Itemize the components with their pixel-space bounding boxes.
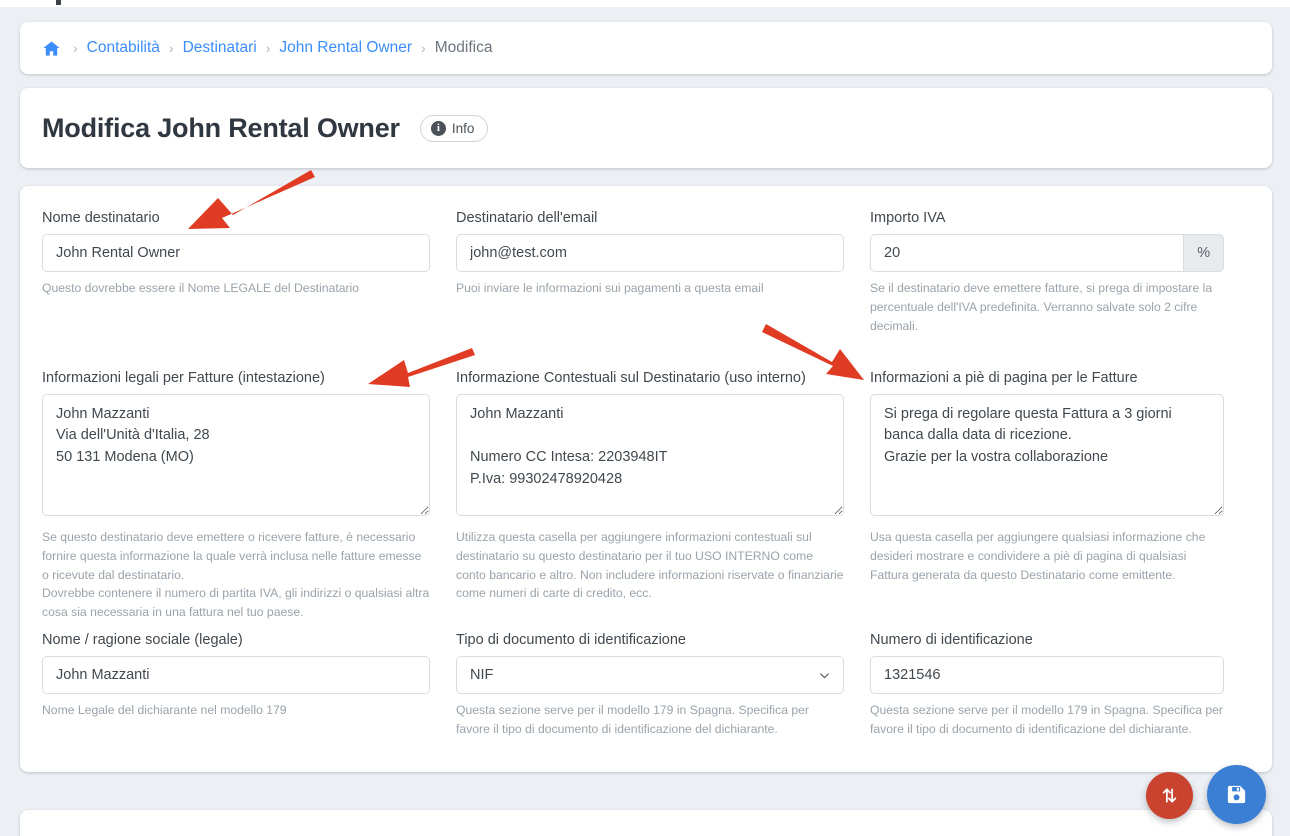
help-recipient-internal-notes: Utilizza questa casella per aggiungere i… [456, 528, 844, 604]
recipient-name-input[interactable] [42, 234, 430, 272]
transfer-button[interactable] [1146, 772, 1193, 819]
vat-amount-input-group: % [870, 234, 1224, 272]
chrome-fragment [56, 0, 61, 5]
help-id-number: Questa sezione serve per il modello 179 … [870, 701, 1224, 739]
row-spacer [42, 336, 456, 370]
row-spacer [456, 336, 870, 370]
recipient-internal-notes-textarea[interactable]: John Mazzanti Numero CC Intesa: 2203948I… [456, 394, 844, 516]
label-invoice-legal-header: Informazioni legali per Fatture (intesta… [42, 370, 430, 386]
label-recipient-email: Destinatario dell'email [456, 210, 844, 226]
breadcrumb-item-contabilita[interactable]: Contabilità [87, 39, 160, 57]
help-recipient-name: Questo dovrebbe essere il Nome LEGALE de… [42, 279, 430, 298]
legal-name-input[interactable] [42, 656, 430, 694]
help-legal-name: Nome Legale del dichiarante nel modello … [42, 701, 430, 720]
id-document-type-select-wrap [456, 656, 844, 694]
percent-addon: % [1183, 234, 1224, 272]
info-circle-icon: i [431, 121, 446, 136]
page-root: › Contabilità › Destinatari › John Renta… [0, 0, 1290, 836]
field-invoice-footer-info: Informazioni a piè di pagina per le Fatt… [870, 370, 1250, 623]
breadcrumb-item-modifica: Modifica [435, 39, 493, 57]
help-invoice-legal-header: Se questo destinatario deve emettere o r… [42, 528, 430, 623]
field-recipient-email: Destinatario dell'email Puoi inviare le … [456, 210, 870, 336]
help-vat-amount: Se il destinatario deve emettere fatture… [870, 279, 1224, 336]
field-invoice-legal-header: Informazioni legali per Fatture (intesta… [42, 370, 456, 623]
breadcrumb-item-john-rental-owner[interactable]: John Rental Owner [279, 39, 412, 57]
save-button[interactable] [1207, 765, 1266, 824]
label-legal-name: Nome / ragione sociale (legale) [42, 632, 430, 648]
breadcrumb-separator: › [266, 40, 271, 56]
label-id-number: Numero di identificazione [870, 632, 1224, 648]
label-vat-amount: Importo IVA [870, 210, 1224, 226]
breadcrumb-card: › Contabilità › Destinatari › John Renta… [20, 22, 1272, 74]
invoice-legal-header-textarea[interactable]: John Mazzanti Via dell'Unità d'Italia, 2… [42, 394, 430, 516]
help-recipient-email: Puoi inviare le informazioni sui pagamen… [456, 279, 844, 298]
next-section-card [20, 810, 1272, 836]
label-invoice-footer-info: Informazioni a piè di pagina per le Fatt… [870, 370, 1224, 386]
help-id-document-type: Questa sezione serve per il modello 179 … [456, 701, 844, 739]
info-badge-label: Info [452, 121, 475, 136]
field-recipient-name: Nome destinatario Questo dovrebbe essere… [42, 210, 456, 336]
form-grid: Nome destinatario Questo dovrebbe essere… [42, 210, 1250, 739]
recipient-email-input[interactable] [456, 234, 844, 272]
vat-amount-input[interactable] [870, 234, 1183, 272]
id-document-type-select[interactable] [456, 656, 844, 694]
home-icon[interactable] [42, 39, 61, 58]
invoice-footer-info-textarea[interactable]: Si prega di regolare questa Fattura a 3 … [870, 394, 1224, 516]
breadcrumb-separator: › [73, 40, 78, 56]
label-id-document-type: Tipo di documento di identificazione [456, 632, 844, 648]
recipient-form-card: Nome destinatario Questo dovrebbe essere… [20, 186, 1272, 772]
browser-chrome-sliver [0, 0, 1290, 7]
breadcrumb-item-destinatari[interactable]: Destinatari [183, 39, 257, 57]
label-recipient-name: Nome destinatario [42, 210, 430, 226]
row-spacer [456, 622, 870, 632]
page-header-card: Modifica John Rental Owner i Info [20, 88, 1272, 168]
field-recipient-internal-notes: Informazione Contestuali sul Destinatari… [456, 370, 870, 623]
breadcrumb: › Contabilità › Destinatari › John Renta… [20, 22, 1272, 74]
row-spacer [870, 336, 1250, 370]
field-vat-amount: Importo IVA % Se il destinatario deve em… [870, 210, 1250, 336]
page-title: Modifica John Rental Owner [42, 113, 400, 144]
breadcrumb-separator: › [169, 40, 174, 56]
info-badge[interactable]: i Info [420, 115, 489, 142]
page-header: Modifica John Rental Owner i Info [20, 88, 1272, 168]
field-id-number: Numero di identificazione Questa sezione… [870, 632, 1250, 739]
help-invoice-footer-info: Usa questa casella per aggiungere qualsi… [870, 528, 1224, 585]
breadcrumb-separator: › [421, 40, 426, 56]
label-recipient-internal-notes: Informazione Contestuali sul Destinatari… [456, 370, 844, 386]
field-id-document-type: Tipo di documento di identificazione Que… [456, 632, 870, 739]
field-legal-name: Nome / ragione sociale (legale) Nome Leg… [42, 632, 456, 739]
id-number-input[interactable] [870, 656, 1224, 694]
row-spacer [42, 622, 456, 632]
row-spacer [870, 622, 1250, 632]
